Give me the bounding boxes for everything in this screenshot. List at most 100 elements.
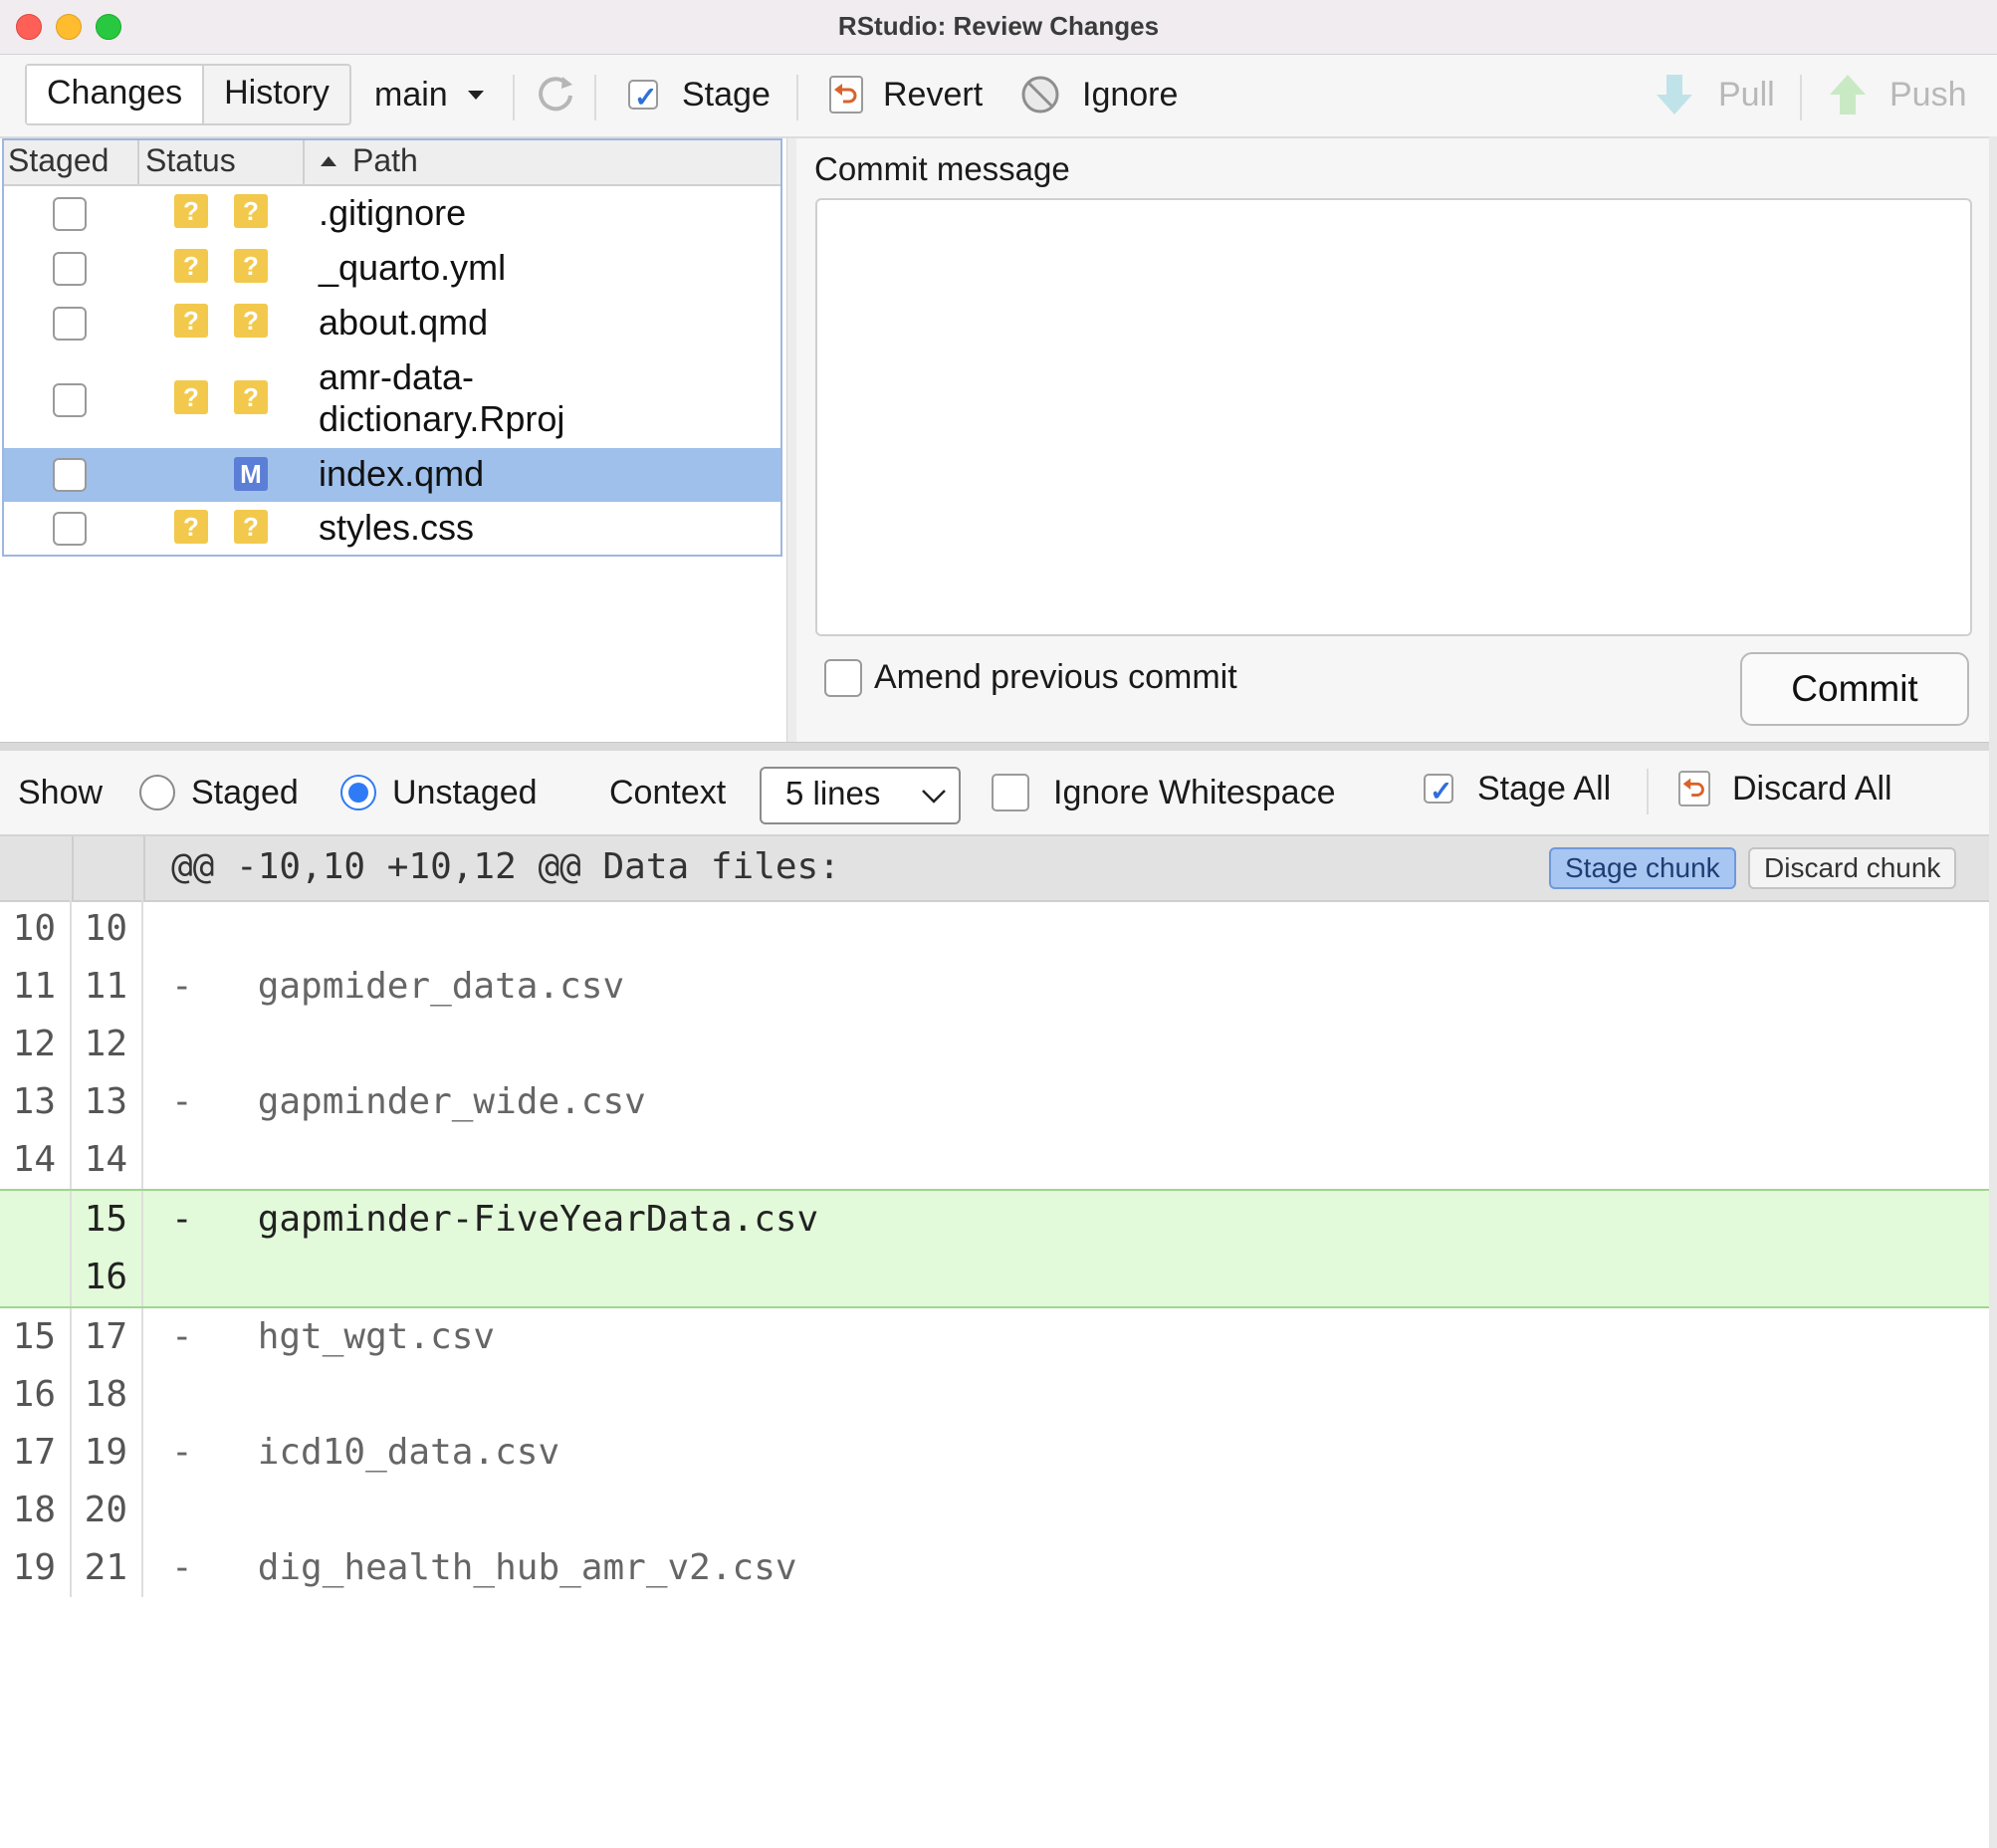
refresh-icon [539,77,572,112]
push-label: Push [1889,76,1967,114]
diff-options-bar: Show Staged Unstaged Context 5 lines Ign… [0,751,1997,836]
diff-line[interactable]: 12 12 [0,1016,1991,1073]
diff-line[interactable]: 18 20 [0,1482,1991,1539]
column-path[interactable]: Path [352,142,418,179]
hunk-header: @@ -10,10 +10,12 @@ Data files: Stage ch… [0,836,1991,902]
column-divider [303,140,305,184]
diff-line[interactable]: 13 13 - gapminder_wide.csv [0,1073,1991,1131]
revert-icon [829,76,863,114]
diff-line[interactable]: 10 10 [0,900,1991,958]
amend-checkbox[interactable] [824,658,862,697]
old-line-number [0,1191,72,1249]
old-line-number: 15 [0,1308,72,1366]
staged-checkbox[interactable] [53,458,87,492]
file-path: about.qmd [319,302,489,343]
untracked-status-icon: ? [234,249,268,283]
push-arrow-up-icon [1830,75,1866,115]
window-right-edge [1989,136,1997,1848]
staged-radio[interactable] [139,775,175,810]
stage-all-checkbox-icon [1424,770,1453,813]
amend-previous-commit[interactable]: Amend previous commit [824,658,1237,697]
stage-checkbox-icon [628,76,658,119]
show-staged-option[interactable]: Staged [139,771,299,814]
discard-icon [1678,771,1710,807]
file-row[interactable]: ? ? _quarto.yml [4,241,780,296]
caret-down-icon [467,91,484,100]
context-label: Context [609,774,727,811]
new-line-number: 16 [72,1249,143,1306]
untracked-status-icon: ? [234,304,268,338]
staged-checkbox[interactable] [53,512,87,546]
new-line-number: 12 [72,1016,143,1073]
tab-history[interactable]: History [204,66,349,123]
discard-all-button[interactable]: Discard All [1678,767,1892,810]
old-line-number: 16 [0,1366,72,1424]
stage-chunk-button[interactable]: Stage chunk [1549,847,1736,889]
diff-line[interactable]: 19 21 - dig_health_hub_amr_v2.csv [0,1539,1991,1597]
ignore-whitespace-checkbox[interactable] [992,774,1029,811]
ignore-button[interactable]: Ignore [1020,73,1178,116]
new-line-number: 13 [72,1073,143,1131]
old-line-number: 19 [0,1539,72,1597]
file-row[interactable]: ? ? amr-data- dictionary.Rproj [4,350,780,448]
file-row[interactable]: ? ? styles.css [4,502,780,555]
toolbar-separator [1800,75,1802,120]
unstaged-radio[interactable] [340,775,376,810]
revert-button[interactable]: Revert [829,73,983,116]
column-staged[interactable]: Staged [8,142,109,179]
staged-checkbox[interactable] [53,252,87,286]
untracked-status-icon: ? [174,194,208,228]
diff-line[interactable]: 17 19 - icd10_data.csv [0,1424,1991,1482]
stage-all-label: Stage All [1477,770,1612,808]
file-row-selected[interactable]: M index.qmd [4,448,780,502]
diff-line[interactable]: 16 18 [0,1366,1991,1424]
tab-changes[interactable]: Changes [27,66,205,123]
commit-message-input[interactable] [815,198,1972,636]
pull-arrow-down-icon [1657,75,1692,115]
ignore-whitespace-option[interactable]: Ignore Whitespace [992,771,1336,814]
staged-checkbox[interactable] [53,383,87,417]
new-line-number: 10 [72,900,143,958]
diff-line-added[interactable]: 16 [0,1249,1991,1306]
staged-checkbox[interactable] [53,197,87,231]
diff-line-added[interactable]: 15 - gapminder-FiveYearData.csv [0,1191,1991,1249]
revert-label: Revert [883,76,984,114]
diff-line[interactable]: 15 17 - hgt_wgt.csv [0,1308,1991,1366]
old-line-number: 17 [0,1424,72,1482]
show-label: Show [18,774,104,811]
staged-radio-label: Staged [191,774,299,811]
gutter-new [72,836,145,900]
stage-all-button[interactable]: Stage All [1424,767,1612,813]
commit-pane: Commit message Amend previous commit Com… [796,138,1997,742]
pull-label: Pull [1718,76,1775,114]
line-content: - gapmider_data.csv [171,966,625,1007]
show-unstaged-option[interactable]: Unstaged [340,771,538,814]
toolbar-separator [513,75,515,120]
old-line-number: 12 [0,1016,72,1073]
file-row[interactable]: ? ? .gitignore [4,186,780,241]
branch-selector[interactable]: main [374,73,486,116]
horizontal-splitter[interactable] [0,742,1997,751]
untracked-status-icon: ? [174,249,208,283]
file-row[interactable]: ? ? about.qmd [4,296,780,350]
file-table-header: Staged Status Path [4,140,780,186]
column-status[interactable]: Status [145,142,236,179]
old-line-number [0,1249,72,1306]
diff-line[interactable]: 14 14 [0,1131,1991,1189]
diff-line[interactable]: 11 11 - gapmider_data.csv [0,958,1991,1016]
new-line-number: 20 [72,1482,143,1539]
discard-all-label: Discard All [1732,770,1892,808]
pull-button[interactable]: Pull [1655,73,1775,116]
push-button[interactable]: Push [1828,73,1967,116]
file-path: _quarto.yml [319,247,507,288]
staged-checkbox[interactable] [53,307,87,341]
context-lines-select[interactable]: 5 lines [760,767,961,824]
view-tabs: Changes History [25,64,351,125]
refresh-button[interactable] [533,71,578,116]
commit-button[interactable]: Commit [1740,652,1969,726]
hunk-header-text: @@ -10,10 +10,12 @@ Data files: [171,846,840,887]
old-line-number: 13 [0,1073,72,1131]
discard-chunk-button[interactable]: Discard chunk [1748,847,1957,889]
stage-button[interactable]: Stage [628,73,771,119]
ignore-icon [1021,76,1059,114]
